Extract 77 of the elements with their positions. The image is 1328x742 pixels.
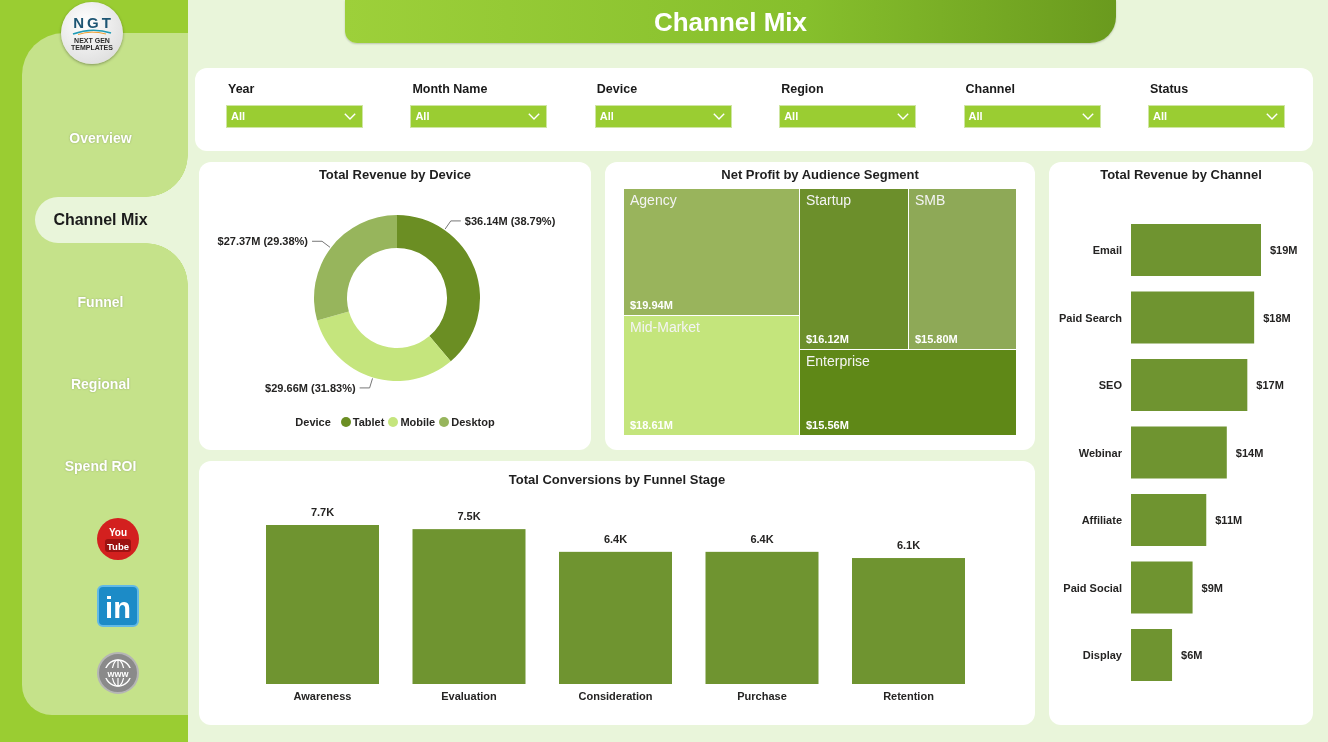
segment-label: Mid-Market — [630, 318, 700, 336]
nav-tab[interactable]: Funnel — [35, 279, 188, 325]
filter-dropdown[interactable]: All — [963, 105, 1101, 128]
chart-title: Total Conversions by Funnel Stage — [508, 472, 726, 488]
video-logo-icon[interactable]: You Tube — [97, 518, 139, 560]
filter-label: Month Name — [411, 82, 488, 97]
chevron-down-icon — [528, 113, 541, 120]
filter-dropdown[interactable]: All — [594, 105, 732, 128]
bar — [1131, 629, 1173, 681]
bar — [1131, 561, 1193, 614]
chevron-down-icon — [1265, 113, 1278, 120]
nav-tab[interactable]: Regional — [35, 361, 188, 407]
chevron-down-icon — [1081, 113, 1094, 120]
segment-value: $15.56M — [806, 419, 849, 432]
chart-title: Net Profit by Audience Segment — [721, 167, 919, 183]
filter-label: Device — [595, 82, 638, 97]
axis-label: Paid Social — [1063, 581, 1122, 594]
axis-label: Evaluation — [441, 690, 497, 702]
filter-dropdown[interactable]: All — [226, 105, 363, 128]
segment-label: Agency — [630, 192, 677, 209]
data-label: $14M — [1235, 446, 1264, 459]
data-label: $11M — [1215, 514, 1243, 526]
axis-label: Consideration — [578, 690, 653, 702]
axis-label: Retention — [883, 690, 934, 702]
axis-label: Awareness — [293, 690, 352, 702]
globe-icon[interactable]: www — [97, 652, 139, 694]
nav-tab[interactable]: Overview — [35, 115, 188, 161]
filter-label: Channel — [964, 82, 1015, 97]
filter-dropdown[interactable]: All — [1147, 105, 1285, 128]
axis-label: Display — [1082, 649, 1122, 661]
axis-label: Email — [1092, 244, 1122, 256]
filter-dropdown[interactable]: All — [779, 105, 917, 128]
axis-label: SEO — [1098, 379, 1122, 391]
data-label: $29.66M (31.83%) — [265, 381, 356, 394]
legend-label: Desktop — [451, 415, 495, 430]
data-label: 7.5K — [457, 510, 481, 523]
page-title: Channel Mix — [653, 5, 808, 38]
chart-title: Total Revenue by Device — [318, 167, 472, 183]
legend-title: Device — [295, 415, 331, 430]
data-label: $17M — [1256, 379, 1284, 391]
leader-line — [359, 377, 374, 389]
data-label: 6.4K — [750, 532, 774, 545]
segment-label: Startup — [806, 192, 852, 209]
data-label: 6.4K — [603, 532, 628, 545]
data-label: $19M — [1270, 244, 1298, 256]
filter-label: Region — [780, 82, 824, 97]
data-label: $6M — [1181, 649, 1203, 661]
data-label: $36.14M (38.79%) — [464, 214, 556, 227]
chart-title: Total Revenue by Channel — [1100, 167, 1262, 183]
leader-line — [444, 220, 462, 230]
segment-value: $16.12M — [806, 333, 849, 346]
segment-value: $15.80M — [914, 333, 958, 346]
data-label: $18M — [1263, 311, 1291, 324]
nav-tab[interactable]: Channel Mix — [35, 197, 188, 243]
legend-label: Mobile — [400, 415, 436, 430]
in-logo-icon[interactable]: in — [97, 585, 139, 627]
data-label: $9M — [1201, 581, 1223, 594]
segment-value: $18.61M — [630, 419, 673, 432]
data-label: 7.7K — [310, 506, 335, 518]
axis-label: Purchase — [737, 690, 787, 702]
nav-tab[interactable]: Spend ROI — [35, 443, 188, 489]
legend-label: Tablet — [352, 415, 385, 430]
chevron-down-icon — [344, 113, 356, 120]
filter-dropdown[interactable]: All — [410, 105, 548, 128]
chevron-down-icon — [897, 113, 910, 120]
segment-label: Enterprise — [806, 353, 870, 370]
axis-label: Webinar — [1078, 446, 1122, 459]
leader-line — [311, 240, 331, 248]
filter-label: Status — [1148, 82, 1189, 97]
filter-label: Year — [227, 82, 255, 97]
chevron-down-icon — [712, 113, 725, 120]
segment-label: SMB — [914, 192, 946, 209]
segment-value: $19.94M — [630, 298, 673, 312]
axis-label: Affiliate — [1081, 514, 1122, 526]
data-label: $27.37M (29.38%) — [217, 235, 309, 248]
data-label: 6.1K — [896, 539, 921, 552]
axis-label: Paid Search — [1059, 311, 1122, 324]
